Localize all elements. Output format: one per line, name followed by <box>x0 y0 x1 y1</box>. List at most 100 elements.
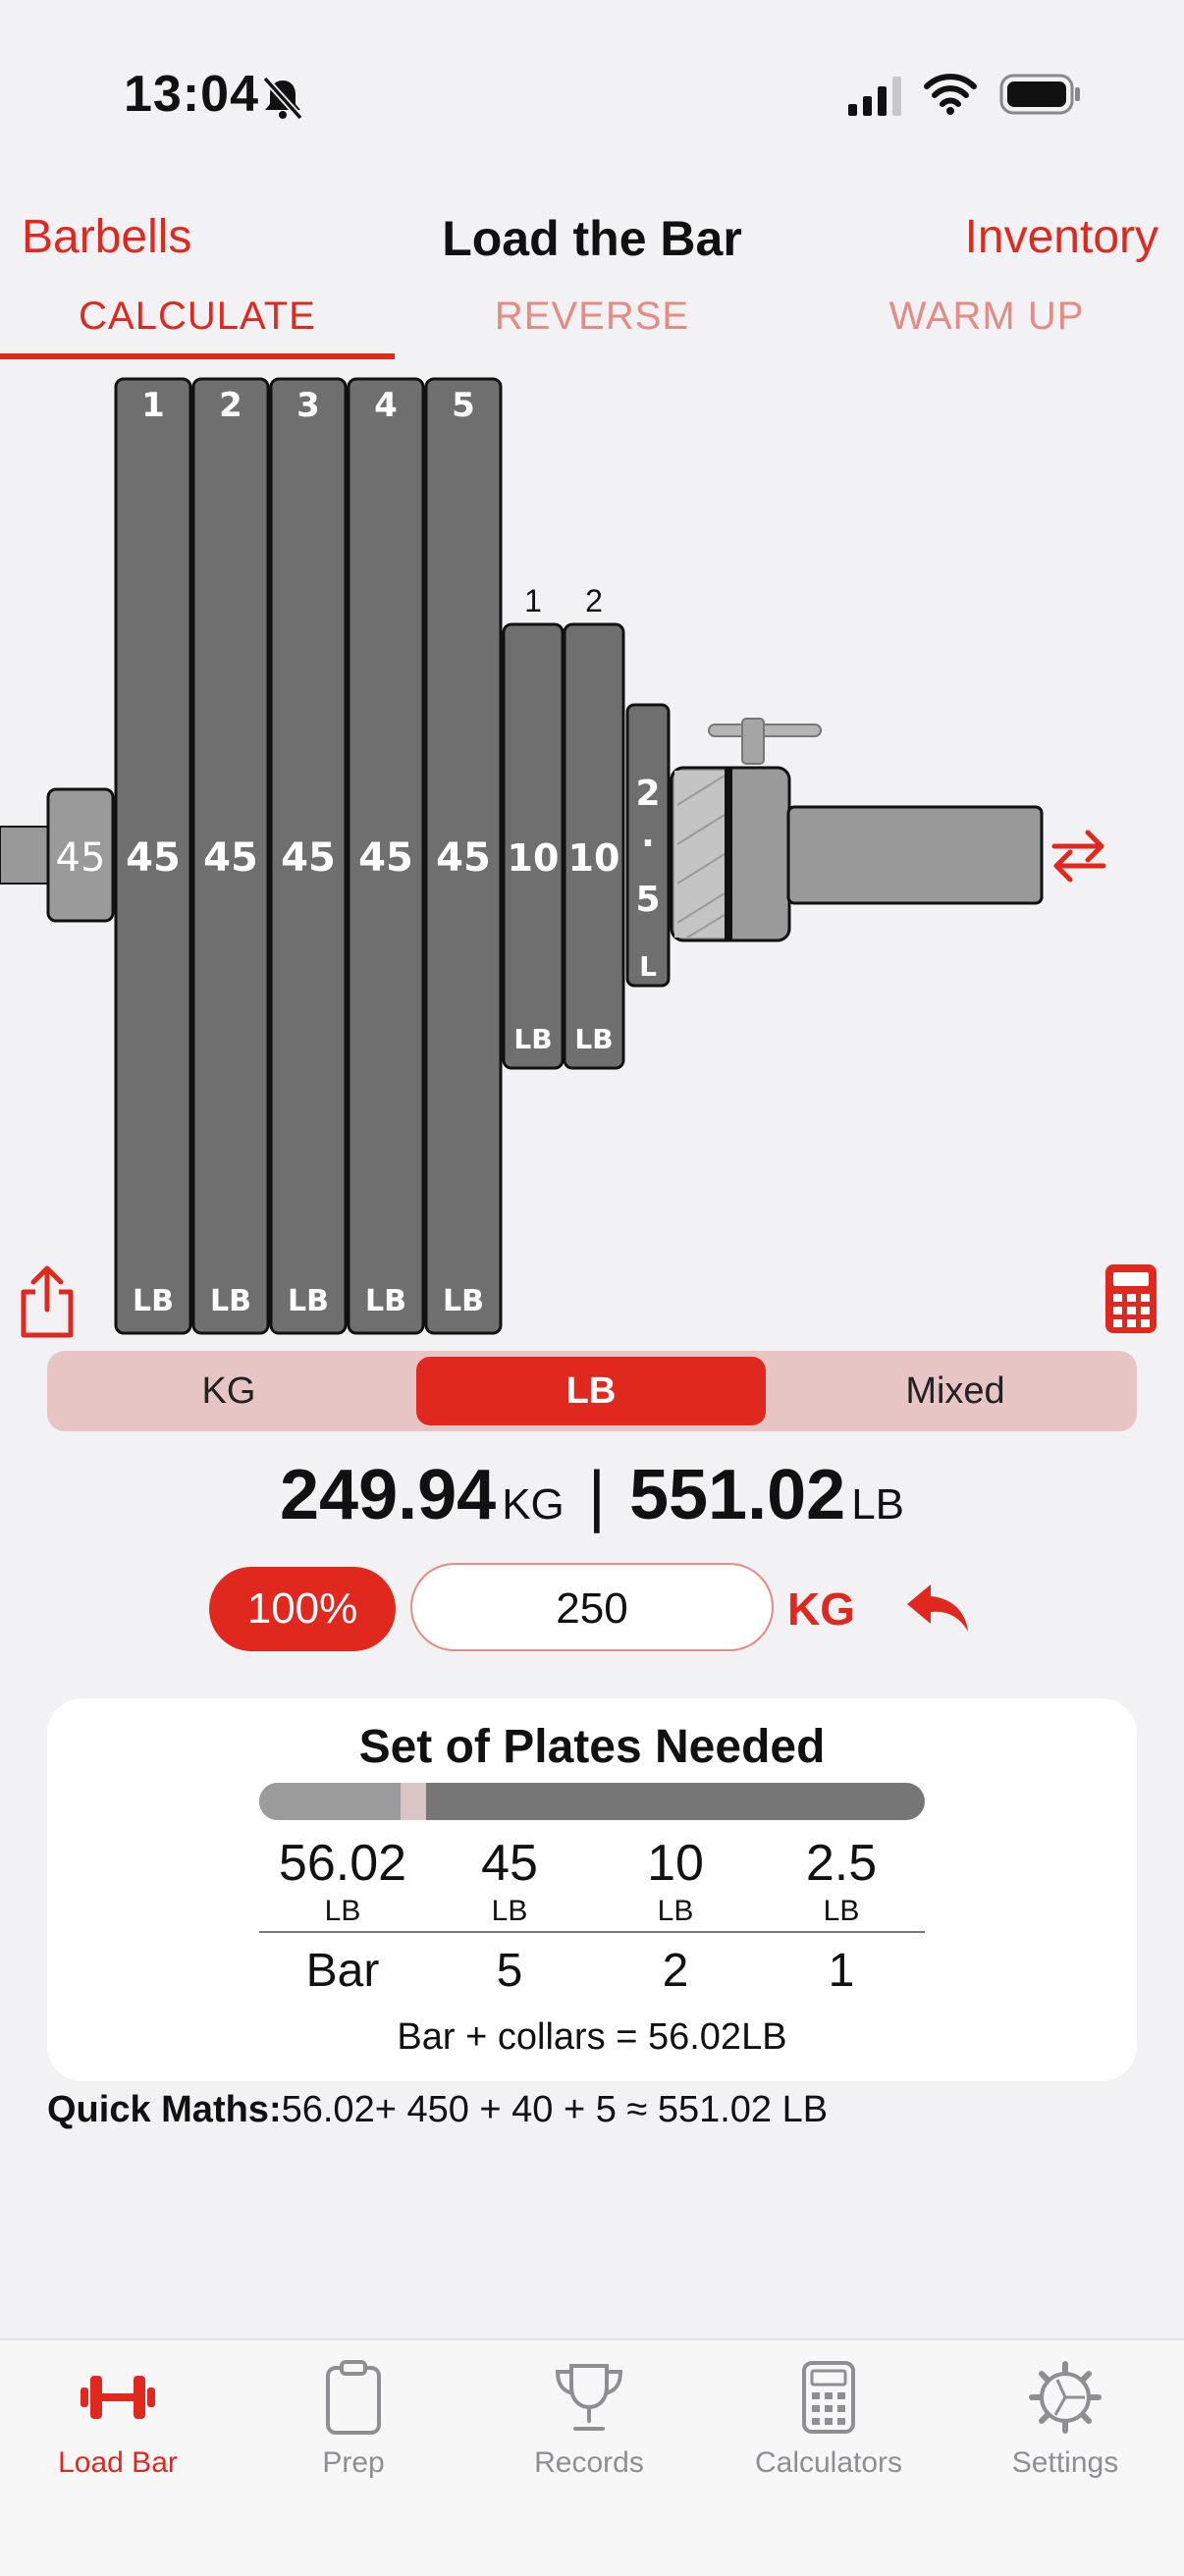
plates-needed-title: Set of Plates Needed <box>358 1721 826 1773</box>
tabbar-prep[interactable]: Prep <box>236 2354 471 2480</box>
column-weight: 10 <box>647 1835 704 1892</box>
svg-text:10: 10 <box>568 836 620 880</box>
quick-maths: Quick Maths:56.02+ 450 + 40 + 5 ≈ 551.02… <box>47 2089 828 2131</box>
total-lb-value: 551.02 <box>628 1456 846 1534</box>
calculator-icon[interactable] <box>1103 1262 1158 1335</box>
big-plate-5: 5 45 LB <box>424 377 503 1335</box>
calculator-icon <box>802 2361 855 2434</box>
unit-segmented-control: KG LB Mixed <box>47 1351 1137 1431</box>
bar-segment <box>259 1783 401 1820</box>
plate-column-45: 45 LB 5 <box>426 1834 593 1998</box>
signal-icon <box>848 77 901 116</box>
unit-mixed-option[interactable]: Mixed <box>774 1351 1137 1431</box>
column-count: 5 <box>496 1945 523 1997</box>
column-count: 1 <box>828 1945 855 1997</box>
tabbar-label: Records <box>534 2446 644 2479</box>
total-separator: | <box>587 1457 606 1533</box>
dumbbell-icon <box>81 2376 155 2419</box>
tabbar-settings[interactable]: Settings <box>947 2354 1183 2480</box>
big-plate-1: 1 45 LB <box>114 377 192 1335</box>
plate-column-bar: 56.02 LB Bar <box>259 1834 426 1998</box>
svg-text:L: L <box>639 950 657 983</box>
tabbar-calculators[interactable]: Calculators <box>711 2354 946 2480</box>
column-unit: LB <box>324 1895 361 1927</box>
target-weight-input[interactable]: 250 <box>410 1563 774 1651</box>
status-time: 13:04 <box>124 66 259 123</box>
bar-sleeve-right <box>786 805 1044 905</box>
total-weight: 249.94 KG | 551.02 LB <box>0 1455 1184 1535</box>
column-count: Bar <box>305 1945 380 1997</box>
mid-plate-2: 10 LB <box>563 622 625 1070</box>
big-plate-2: 2 45 LB <box>191 377 270 1335</box>
svg-text:5: 5 <box>635 880 660 920</box>
tabbar-label: Settings <box>1011 2446 1119 2479</box>
svg-text:45: 45 <box>281 835 336 881</box>
svg-text:45: 45 <box>436 835 491 881</box>
plates-progress-bar <box>259 1783 925 1820</box>
input-unit-toggle[interactable]: KG <box>787 1583 855 1636</box>
tab-reverse[interactable]: REVERSE <box>395 295 789 339</box>
inventory-button[interactable]: Inventory <box>965 210 1158 264</box>
column-weight: 2.5 <box>805 1835 878 1892</box>
svg-text:45: 45 <box>126 835 181 881</box>
total-kg-unit: KG <box>502 1480 565 1529</box>
column-weight: 45 <box>481 1835 538 1892</box>
svg-text:45: 45 <box>203 835 258 881</box>
battery-icon <box>999 74 1080 115</box>
big-plate-4: 4 45 LB <box>347 377 425 1335</box>
share-icon[interactable] <box>16 1262 79 1341</box>
column-weight: 56.02 <box>278 1835 407 1892</box>
total-kg-value: 249.94 <box>279 1456 497 1534</box>
svg-text:4: 4 <box>374 386 398 425</box>
big-plate-3: 3 45 LB <box>269 377 348 1335</box>
svg-text:10: 10 <box>508 836 560 880</box>
tab-warm-up[interactable]: WARM UP <box>789 295 1184 339</box>
trophy-icon <box>555 2364 623 2431</box>
svg-text:LB: LB <box>210 1284 251 1318</box>
barbell-diagram: 45 1 45 LB 2 45 LB 3 45 LB 4 45 LB 5 45 … <box>0 377 1044 1335</box>
tabbar-label: Calculators <box>754 2446 903 2479</box>
tabbar-label: Load Bar <box>58 2446 178 2479</box>
svg-text:45: 45 <box>358 835 413 881</box>
quick-maths-text: 56.02+ 450 + 40 + 5 ≈ 551.02 LB <box>281 2089 829 2130</box>
svg-text:LB: LB <box>133 1284 174 1318</box>
svg-text:1: 1 <box>141 386 165 425</box>
percent-button[interactable]: 100% <box>209 1567 396 1651</box>
unit-lb-option[interactable]: LB <box>416 1357 766 1425</box>
tabbar-records[interactable]: Records <box>471 2354 707 2480</box>
tabbar-load-bar[interactable]: Load Bar <box>0 2354 236 2480</box>
svg-text:.: . <box>641 815 655 855</box>
svg-text:2: 2 <box>635 774 660 814</box>
collar-plate-label: 45 <box>56 835 106 881</box>
small-plate: 2 . 5 L <box>625 703 671 988</box>
tab-underline <box>0 353 395 359</box>
plate-column-2-5: 2.5 LB 1 <box>758 1834 925 1998</box>
gear-icon <box>1029 2361 1102 2434</box>
wifi-icon <box>924 74 977 115</box>
svg-text:LB: LB <box>574 1023 613 1055</box>
tabbar-label: Prep <box>322 2446 385 2479</box>
total-lb-unit: LB <box>851 1480 905 1529</box>
svg-text:LB: LB <box>288 1284 329 1318</box>
collars-note: Bar + collars = 56.02LB <box>397 2016 787 2058</box>
column-unit: LB <box>657 1895 694 1927</box>
marker-segment <box>401 1783 426 1820</box>
bell-muted-icon <box>262 76 303 121</box>
mid-plate-2-index: 2 <box>585 583 603 618</box>
svg-text:LB: LB <box>365 1284 406 1318</box>
mid-plate-1: 10 LB <box>502 622 565 1070</box>
svg-text:5: 5 <box>452 386 475 425</box>
column-count: 2 <box>662 1945 689 1997</box>
svg-text:2: 2 <box>219 386 242 425</box>
column-unit: LB <box>823 1895 860 1927</box>
unit-kg-option[interactable]: KG <box>47 1351 410 1431</box>
bar-sleeve-left <box>0 826 50 885</box>
swap-icon[interactable] <box>1049 827 1109 886</box>
tab-calculate[interactable]: CALCULATE <box>0 295 395 339</box>
plate-column-10: 10 LB 2 <box>592 1834 759 1998</box>
quick-maths-label: Quick Maths: <box>47 2089 282 2130</box>
undo-icon[interactable] <box>905 1581 974 1636</box>
column-unit: LB <box>491 1895 528 1927</box>
svg-text:LB: LB <box>443 1284 484 1318</box>
plates-divider <box>259 1931 925 1933</box>
